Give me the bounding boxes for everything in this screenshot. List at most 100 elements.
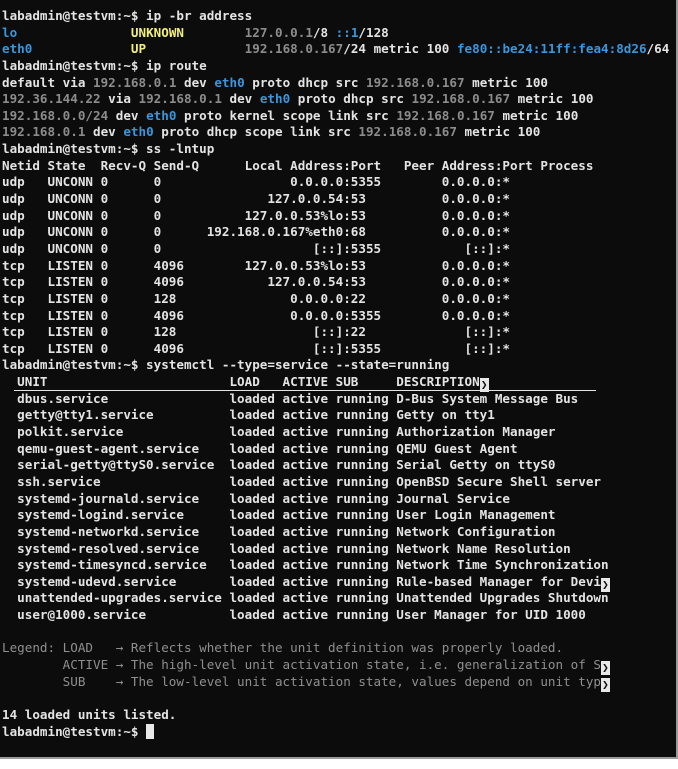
terminal-text: dev (176, 74, 215, 90)
terminal-text: systemd-udevd.service loaded active runn… (2, 573, 601, 589)
terminal-text: metric 100 (456, 124, 541, 140)
terminal-line: labadmin@testvm:~$ (2, 723, 676, 741)
terminal-text: 192.168.0.167 (396, 107, 495, 123)
terminal-text: 192.168.0.167 (411, 91, 511, 107)
terminal-line: SUB → The low-level unit activation stat… (2, 674, 676, 692)
terminal-text: systemd-logind.service loaded active run… (2, 507, 556, 523)
terminal-line: getty@tty1.service loaded active running… (2, 407, 676, 424)
terminal-line: ACTIVE → The high-level unit activation … (2, 657, 676, 675)
terminal-text: dev (221, 91, 260, 107)
terminal-text: tcp LISTEN 0 128 0.0.0.0:22 0.0.0.0:* (2, 290, 510, 306)
terminal-text: 192.168.0.167 (366, 74, 465, 90)
terminal-text: UP (130, 41, 147, 57)
terminal-line: udp UNCONN 0 0 127.0.0.53%lo:53 0.0.0.0:… (2, 208, 676, 225)
terminal-line: tcp LISTEN 0 4096 [::]:5355 [::]:* (2, 341, 676, 358)
terminal-text: 192.168.0.0/24 (2, 107, 109, 123)
terminal-line: qemu-guest-agent.service loaded active r… (2, 441, 676, 458)
terminal-text: getty@tty1.service loaded active running… (2, 407, 495, 423)
terminal-text: lo (2, 24, 131, 40)
terminal-text: user@1000.service loaded active running … (2, 607, 586, 623)
terminal-text: udp UNCONN 0 0 [::]:5355 [::]:* (2, 240, 510, 256)
terminal-text: ssh.service loaded active running OpenBS… (2, 473, 601, 489)
terminal-line: udp UNCONN 0 0 [::]:5355 [::]:* (2, 241, 676, 258)
terminal-text: eth0 (146, 107, 177, 123)
terminal-text: metric 100 (510, 91, 594, 107)
terminal-text: udp UNCONN 0 0 127.0.0.53%lo:53 0.0.0.0:… (2, 207, 510, 223)
terminal-text: labadmin@testvm:~$ ss -lntup (2, 141, 215, 157)
terminal-line: systemd-networkd.service loaded active r… (2, 524, 676, 541)
terminal-line: labadmin@testvm:~$ systemctl --type=serv… (2, 357, 676, 374)
terminal-window[interactable]: labadmin@testvm:~$ ip -br address lo UNKN… (0, 0, 678, 759)
terminal-line: Legend: LOAD → Reflects whether the unit… (2, 640, 676, 657)
terminal-text: tcp LISTEN 0 128 [::]:22 [::]:* (2, 324, 510, 340)
terminal-line: 192.168.0.1 dev eth0 proto dhcp scope li… (2, 124, 676, 141)
terminal-text: tcp LISTEN 0 4096 127.0.0.54:53 0.0.0.0:… (2, 274, 510, 290)
terminal-line: labadmin@testvm:~$ ss -lntup (2, 141, 676, 158)
terminal-line: unattended-upgrades.service loaded activ… (2, 590, 676, 607)
terminal-text: labadmin@testvm:~$ (2, 723, 147, 739)
terminal-text: 192.168.0.1 (2, 124, 86, 140)
terminal-text: 192.168.0.167 (244, 41, 344, 57)
terminal-text: systemd-timesyncd.service loaded active … (2, 557, 609, 573)
terminal-text: proto dhcp src (244, 74, 366, 90)
terminal-text: systemd-resolved.service loaded active r… (2, 540, 571, 556)
terminal-line: user@1000.service loaded active running … (2, 607, 676, 624)
terminal-text: systemd-journald.service loaded active r… (2, 490, 510, 506)
terminal-line: systemd-resolved.service loaded active r… (2, 541, 676, 558)
line-truncated-chevron-icon: ❯ (600, 677, 610, 692)
terminal-text: tcp LISTEN 0 4096 [::]:5355 [::]:* (2, 340, 510, 356)
terminal-text: UNKNOWN (130, 24, 184, 40)
terminal-text: dbus.service loaded active running D-Bus… (2, 390, 579, 406)
terminal-line: eth0 UP 192.168.0.167/24 metric 100 fe80… (2, 41, 676, 58)
terminal-text: 192.168.0.167 (358, 124, 457, 140)
terminal-line: labadmin@testvm:~$ ip -br address (2, 8, 676, 25)
terminal-text: Legend: LOAD → Reflects whether the unit… (2, 640, 564, 656)
terminal-line: serial-getty@ttyS0.service loaded active… (2, 457, 676, 474)
line-truncated-chevron-icon: ❯ (600, 660, 610, 675)
terminal-text: proto kernel scope link src (176, 107, 397, 123)
header-underline (14, 389, 596, 391)
terminal-text: 192.168.0.1 (138, 91, 222, 107)
terminal-line: tcp LISTEN 0 4096 127.0.0.53%lo:53 0.0.0… (2, 258, 676, 275)
terminal-text: eth0 (123, 124, 154, 140)
terminal-line: systemd-journald.service loaded active r… (2, 491, 676, 508)
terminal-text: qemu-guest-agent.service loaded active r… (2, 440, 518, 456)
terminal-text: ::1 (335, 24, 359, 40)
terminal-text: proto dhcp src (290, 91, 412, 107)
terminal-line: Netid State Recv-Q Send-Q Local Address:… (2, 158, 676, 175)
terminal-text: /8 (312, 24, 336, 40)
terminal-text: /64 (646, 41, 670, 57)
terminal-text: default via (2, 74, 93, 90)
terminal-line: dbus.service loaded active running D-Bus… (2, 391, 676, 408)
terminal-line: lo UNKNOWN 127.0.0.1/8 ::1/128 (2, 25, 676, 42)
terminal-text: 127.0.0.1 (244, 24, 313, 40)
terminal-line: systemd-udevd.service loaded active runn… (2, 573, 676, 592)
terminal-text: /128 (358, 24, 389, 40)
terminal-text: tcp LISTEN 0 4096 127.0.0.53%lo:53 0.0.0… (2, 257, 510, 273)
terminal-text: labadmin@testvm:~$ ip -br address (2, 8, 253, 23)
terminal-text: 192.168.0.1 (93, 74, 177, 90)
terminal-text: /24 metric 100 (343, 41, 457, 57)
terminal-text: polkit.service loaded active running Aut… (2, 424, 556, 440)
terminal-line: udp UNCONN 0 0 192.168.0.167%eth0:68 0.0… (2, 224, 676, 241)
terminal-line: 192.168.0.0/24 dev eth0 proto kernel sco… (2, 108, 676, 125)
terminal-line: 14 loaded units listed. (2, 707, 676, 724)
terminal-text: UNIT LOAD ACTIVE SUB DESCRIPTION (2, 374, 480, 390)
terminal-line: UNIT LOAD ACTIVE SUB DESCRIPTION❯ (2, 374, 676, 393)
terminal-text: 192.36.144.22 (2, 91, 101, 107)
terminal-line: ssh.service loaded active running OpenBS… (2, 474, 676, 491)
terminal-text: proto dhcp scope link src (153, 124, 359, 140)
terminal-text: metric 100 (494, 107, 579, 123)
terminal-line: polkit.service loaded active running Aut… (2, 424, 676, 441)
terminal-text: labadmin@testvm:~$ ip route (2, 57, 207, 73)
terminal-text: serial-getty@ttyS0.service loaded active… (2, 457, 556, 473)
terminal-line: tcp LISTEN 0 4096 127.0.0.54:53 0.0.0.0:… (2, 274, 676, 291)
terminal-text: 14 loaded units listed. (2, 706, 177, 722)
terminal-text: via (100, 91, 139, 107)
terminal-line: 192.36.144.22 via 192.168.0.1 dev eth0 p… (2, 91, 676, 108)
text-cursor (146, 723, 155, 739)
